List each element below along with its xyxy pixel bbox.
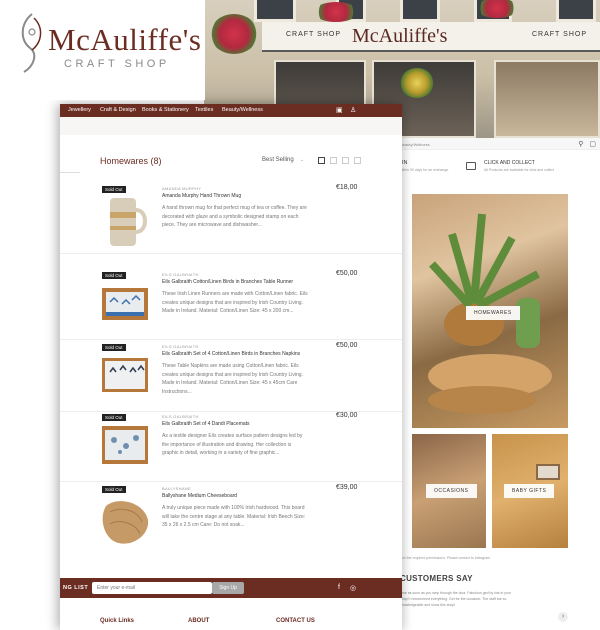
sidebar-divider [60, 172, 80, 173]
product-brand[interactable]: BALLYSHANE [162, 486, 191, 491]
shop-logo[interactable]: McAuliffe's CRAFT SHOP [0, 0, 205, 100]
homepage-background: Beauty/Wellness ⚲ ▢ RN within 30 days fo… [394, 138, 600, 630]
product-name[interactable]: Amanda Murphy Hand Thrown Mug [162, 193, 241, 199]
product-row[interactable]: Sold Out BALLYSHANE Ballyshane Medium Ch… [60, 482, 402, 554]
testimonial-text: ome as soon as you step through the door… [400, 591, 512, 607]
usp-click-collect-sub: All Products are available for click and… [484, 168, 555, 172]
bag-icon[interactable]: ▣ [336, 106, 343, 114]
nav-item-jewellery[interactable]: Jewellery [68, 107, 91, 113]
footer-about-heading: ABOUT [188, 618, 210, 624]
product-image[interactable] [100, 416, 152, 478]
usp-click-collect: CLICK AND COLLECT All Products are avail… [484, 160, 554, 172]
newsletter-label: NG LIST [63, 585, 89, 591]
search-icon[interactable]: ⚲ [578, 141, 583, 148]
footer-quick-links-heading: Quick Links [100, 618, 135, 624]
product-brand[interactable]: EILS GALBRAITH [162, 344, 199, 349]
usp-returns: RN within 30 days for an exchange. [400, 160, 449, 172]
nav-item-craft-design[interactable]: Craft & Design [100, 107, 136, 113]
product-description: These Irish Linen Runners are made with … [162, 291, 308, 314]
grid-view-icon[interactable] [330, 157, 337, 164]
grid-large-view-icon[interactable] [342, 157, 349, 164]
sign-right-text: CRAFT SHOP [532, 31, 587, 38]
product-description: As a textile designer Eils creates surfa… [162, 433, 303, 456]
grid-xl-view-icon[interactable] [354, 157, 361, 164]
list-view-icon[interactable] [318, 157, 325, 164]
logo-swirl-icon [21, 13, 42, 73]
product-description: A hand thrown mug for that perfect mug o… [162, 205, 307, 228]
page-title: Homewares (8) [100, 156, 162, 166]
footer-contact-heading: CONTACT US [276, 618, 315, 624]
bag-icon[interactable]: ▢ [589, 141, 596, 148]
product-price: €39,00 [336, 484, 358, 491]
home-breadcrumb-bar: Beauty/Wellness ⚲ ▢ [394, 138, 600, 150]
product-name[interactable]: Eils Galbraith Cotton/Linen Birds in Bra… [162, 279, 293, 285]
sub-header-bar [60, 117, 402, 135]
cheeseboard-image [102, 501, 149, 544]
table-runner-image [102, 288, 148, 320]
product-listing-page: Jewellery Craft & Design Books & Station… [60, 104, 402, 630]
nav-item-textiles[interactable]: Textiles [195, 107, 213, 113]
facebook-icon[interactable]: f [338, 584, 340, 591]
tile-occasions-label[interactable]: OCCASIONS [426, 484, 477, 498]
tile-occasions[interactable]: OCCASIONS [412, 434, 486, 548]
sold-out-badge: Sold Out [102, 272, 126, 279]
product-image[interactable] [100, 346, 152, 408]
chevron-down-icon[interactable]: ⌄ [300, 157, 304, 163]
sold-out-badge: Sold Out [102, 486, 126, 493]
product-row[interactable]: Sold Out EILS GALBRAITH Eils Galbraith S… [60, 340, 402, 412]
home-breadcrumb: Beauty/Wellness [400, 142, 430, 147]
sold-out-badge: Sold Out [102, 344, 126, 351]
signup-button[interactable]: Sign Up [212, 582, 244, 594]
tile-homewares[interactable]: HOMEWARES [412, 194, 568, 428]
sign-name-text: McAuliffe's [352, 25, 448, 47]
usp-click-collect-title: CLICK AND COLLECT [484, 160, 535, 166]
email-field[interactable] [92, 582, 212, 594]
mug-image [110, 198, 147, 246]
main-nav: Jewellery Craft & Design Books & Station… [60, 104, 402, 117]
product-description: These Table Napkins are made using Cotto… [162, 363, 303, 395]
product-name[interactable]: Eils Galbraith Set of 4 Cotton/Linen Bir… [162, 351, 300, 357]
sold-out-badge: Sold Out [102, 186, 126, 193]
product-price: €18,00 [336, 184, 358, 191]
product-description: A truly unique piece made with 100% Iris… [162, 505, 306, 528]
product-price: €50,00 [336, 270, 358, 277]
product-brand[interactable]: EILS GALBRAITH [162, 272, 199, 277]
napkins-image [102, 358, 148, 392]
newsletter-bar: NG LIST Sign Up f ◎ [60, 578, 402, 598]
testimonials-heading: CUSTOMERS SAY [400, 574, 473, 583]
instagram-permission-note: ave the required permissions. Please con… [400, 556, 491, 560]
tile-baby-gifts[interactable]: BABY GIFTS [492, 434, 568, 548]
product-brand[interactable]: AMANDA MURPHY [162, 186, 201, 191]
nav-item-beauty-wellness[interactable]: Beauty/Wellness [222, 107, 263, 113]
product-brand[interactable]: EILS GALBRAITH [162, 414, 199, 419]
logo-subtitle: CRAFT SHOP [64, 58, 170, 70]
testimonial-next-arrow[interactable]: › [558, 612, 568, 622]
click-collect-icon [466, 162, 476, 170]
sort-select[interactable]: Best Selling ⌄ [262, 157, 304, 163]
nav-item-books-stationery[interactable]: Books & Stationery [142, 107, 189, 113]
sort-select-value[interactable]: Best Selling [262, 157, 294, 163]
screenshot-collage: McAuliffe's CRAFT SHOP CRAFT SHOP McAuli… [0, 0, 600, 630]
product-name[interactable]: Eils Galbraith Set of 4 Dandi Placemats [162, 421, 250, 427]
tile-baby-gifts-label[interactable]: BABY GIFTS [504, 484, 555, 498]
usp-returns-sub: within 30 days for an exchange. [400, 168, 450, 172]
placemats-image [102, 426, 148, 464]
product-image[interactable] [100, 274, 152, 336]
product-row[interactable]: Sold Out AMANDA MURPHY Amanda Murphy Han… [60, 182, 402, 254]
product-price: €50,00 [336, 342, 358, 349]
product-row[interactable]: Sold Out EILS GALBRAITH Eils Galbraith S… [60, 410, 402, 482]
home-header-icons: ⚲ ▢ [578, 140, 596, 148]
product-image[interactable] [100, 188, 152, 250]
product-image[interactable] [100, 488, 152, 550]
instagram-icon[interactable]: ◎ [350, 584, 356, 592]
logo-brand-name: McAuliffe's [48, 22, 202, 57]
sign-left-text: CRAFT SHOP [286, 31, 341, 38]
sold-out-badge: Sold Out [102, 414, 126, 421]
product-price: €30,00 [336, 412, 358, 419]
user-icon[interactable]: ♙ [350, 106, 356, 114]
product-name[interactable]: Ballyshane Medium Cheeseboard [162, 493, 237, 499]
shop-sign: CRAFT SHOP McAuliffe's CRAFT SHOP [262, 22, 600, 52]
tile-homewares-label[interactable]: HOMEWARES [466, 306, 520, 320]
product-row[interactable]: Sold Out EILS GALBRAITH Eils Galbraith C… [60, 268, 402, 340]
